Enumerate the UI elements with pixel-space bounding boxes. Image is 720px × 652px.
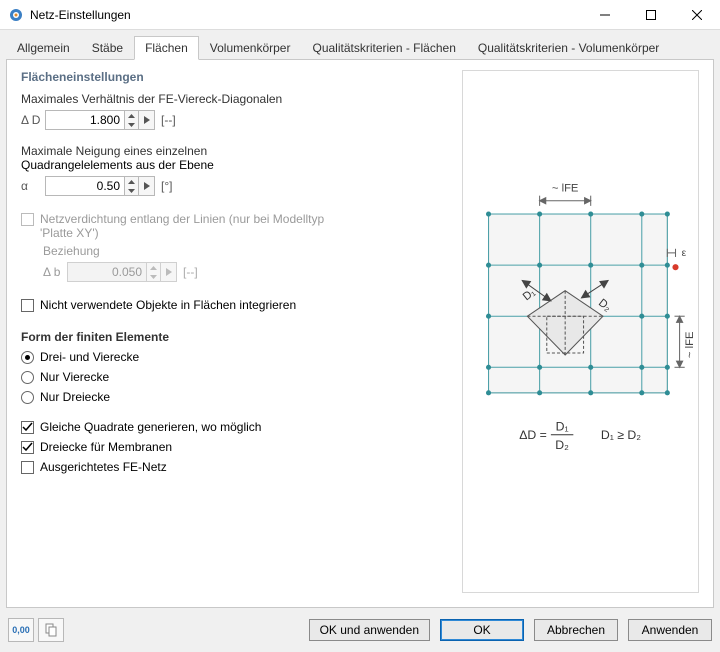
cancel-button[interactable]: Abbrechen bbox=[534, 619, 618, 641]
close-button[interactable] bbox=[674, 0, 720, 30]
densify-checkbox bbox=[21, 213, 34, 226]
opt-triangles-membranes-checkbox[interactable] bbox=[21, 441, 34, 454]
diag-ratio-input[interactable]: 1.800 bbox=[45, 110, 125, 130]
ok-button[interactable]: OK bbox=[440, 619, 524, 641]
densify-sub-input: 0.050 bbox=[67, 262, 147, 282]
unused-objects-checkbox[interactable] bbox=[21, 299, 34, 312]
shape-radio-quads[interactable] bbox=[21, 371, 34, 384]
tab-bar: Allgemein Stäbe Flächen Volumenkörper Qu… bbox=[6, 36, 714, 60]
svg-text:ε: ε bbox=[682, 248, 687, 259]
densify-sub-symbol: Δ b bbox=[43, 265, 67, 279]
ok-and-apply-button[interactable]: OK und anwenden bbox=[309, 619, 430, 641]
diagram-panel: ~ lFE bbox=[462, 70, 699, 593]
opt-equal-squares-checkbox[interactable] bbox=[21, 421, 34, 434]
window-title: Netz-Einstellungen bbox=[30, 8, 582, 22]
shape-radio-quads-label: Nur Vierecke bbox=[40, 370, 109, 384]
bottom-bar: 0,00 OK und anwenden OK Abbrechen Anwend… bbox=[0, 608, 720, 652]
shape-radio-both-label: Drei- und Vierecke bbox=[40, 350, 139, 364]
svg-text:ΔD =: ΔD = bbox=[519, 428, 547, 442]
svg-text:~ lFE: ~ lFE bbox=[552, 183, 579, 195]
unused-objects-label: Nicht verwendete Objekte in Flächen inte… bbox=[40, 298, 296, 312]
incline-label-1: Maximale Neigung eines einzelnen bbox=[21, 144, 451, 158]
opt-aligned-mesh-label: Ausgerichtetes FE-Netz bbox=[40, 460, 167, 474]
incline-spinner[interactable] bbox=[125, 176, 139, 196]
densify-sub-spinner bbox=[147, 262, 161, 282]
tab-qualitaet-volumenkoerper[interactable]: Qualitätskriterien - Volumenkörper bbox=[467, 36, 670, 60]
svg-text:~ lFE: ~ lFE bbox=[684, 332, 696, 359]
section-title: Flächeneinstellungen bbox=[21, 70, 451, 84]
svg-text:D₁ ≥ D₂: D₁ ≥ D₂ bbox=[601, 428, 641, 442]
densify-sub-picker bbox=[161, 262, 177, 282]
svg-text:D₁: D₁ bbox=[556, 420, 569, 434]
densify-sub-unit: [--] bbox=[183, 265, 198, 279]
svg-text:D₂: D₂ bbox=[555, 438, 569, 452]
diag-ratio-unit: [--] bbox=[161, 113, 176, 127]
incline-picker[interactable] bbox=[139, 176, 155, 196]
maximize-button[interactable] bbox=[628, 0, 674, 30]
tab-allgemein[interactable]: Allgemein bbox=[6, 36, 81, 60]
apply-button[interactable]: Anwenden bbox=[628, 619, 712, 641]
incline-input[interactable]: 0.50 bbox=[45, 176, 125, 196]
diag-ratio-symbol: Δ D bbox=[21, 113, 45, 127]
titlebar: Netz-Einstellungen bbox=[0, 0, 720, 30]
copy-icon bbox=[44, 623, 58, 637]
units-button[interactable]: 0,00 bbox=[8, 618, 34, 642]
diag-ratio-picker[interactable] bbox=[139, 110, 155, 130]
tab-flaechen[interactable]: Flächen bbox=[134, 36, 199, 60]
mesh-diagram: ~ lFE bbox=[463, 71, 698, 602]
tab-qualitaet-flaechen[interactable]: Qualitätskriterien - Flächen bbox=[301, 36, 466, 60]
shape-radio-tris[interactable] bbox=[21, 391, 34, 404]
diag-ratio-spinner[interactable] bbox=[125, 110, 139, 130]
densify-label-2: 'Platte XY') bbox=[40, 226, 324, 240]
densify-relation-label: Beziehung bbox=[43, 244, 451, 258]
diag-ratio-label: Maximales Verhältnis der FE-Viereck-Diag… bbox=[21, 92, 451, 106]
shape-radio-tris-label: Nur Dreiecke bbox=[40, 390, 110, 404]
minimize-button[interactable] bbox=[582, 0, 628, 30]
incline-unit: [°] bbox=[161, 179, 172, 193]
densify-label-1: Netzverdichtung entlang der Linien (nur … bbox=[40, 212, 324, 226]
incline-label-2: Quadrangelelements aus der Ebene bbox=[21, 158, 451, 172]
tab-panel: Flächeneinstellungen Maximales Verhältni… bbox=[6, 59, 714, 608]
tab-staebe[interactable]: Stäbe bbox=[81, 36, 134, 60]
app-icon bbox=[8, 7, 24, 23]
opt-triangles-membranes-label: Dreiecke für Membranen bbox=[40, 440, 172, 454]
opt-aligned-mesh-checkbox[interactable] bbox=[21, 461, 34, 474]
shape-radio-both[interactable] bbox=[21, 351, 34, 364]
tab-volumenkoerper[interactable]: Volumenkörper bbox=[199, 36, 302, 60]
opt-equal-squares-label: Gleiche Quadrate generieren, wo möglich bbox=[40, 420, 261, 434]
shape-title: Form der finiten Elemente bbox=[21, 330, 451, 344]
copy-settings-button[interactable] bbox=[38, 618, 64, 642]
incline-symbol: α bbox=[21, 179, 45, 193]
